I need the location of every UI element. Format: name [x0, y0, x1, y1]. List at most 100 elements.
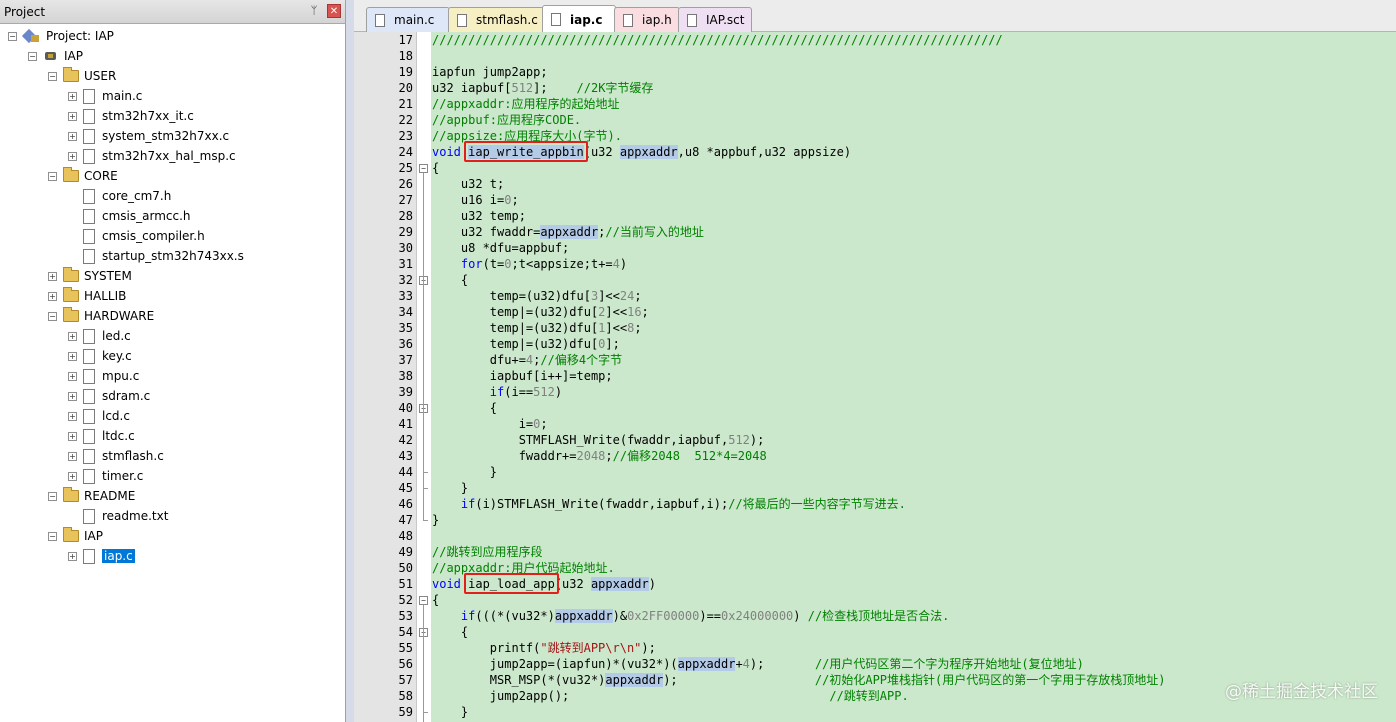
tree-item[interactable]: + lcd.c: [0, 406, 345, 426]
code-line[interactable]: //跳转到应用程序段: [432, 544, 542, 560]
code-line[interactable]: temp=(u32)dfu[3]<<24;: [432, 288, 642, 304]
tab-iap-h[interactable]: iap.h: [614, 7, 680, 32]
collapse-icon[interactable]: −: [48, 531, 57, 541]
tree-item[interactable]: + timer.c: [0, 466, 345, 486]
expand-icon[interactable]: +: [68, 471, 77, 481]
tree-item-label: HALLIB: [84, 289, 127, 303]
code-line[interactable]: //appxaddr:应用程序的起始地址: [432, 96, 619, 112]
expand-icon[interactable]: +: [68, 111, 77, 121]
expand-icon[interactable]: +: [68, 411, 77, 421]
code-line[interactable]: iapfun jump2app;: [432, 64, 548, 80]
tree-item[interactable]: + stmflash.c: [0, 446, 345, 466]
expand-icon[interactable]: +: [68, 331, 77, 341]
tree-item-label: core_cm7.h: [102, 189, 172, 203]
code-line[interactable]: {: [432, 624, 468, 640]
collapse-icon[interactable]: −: [48, 491, 57, 501]
expand-icon[interactable]: +: [68, 131, 77, 141]
expand-icon[interactable]: +: [48, 271, 57, 281]
tab-stmflash-c[interactable]: stmflash.c: [448, 7, 544, 32]
tree-item[interactable]: − CORE: [0, 166, 345, 186]
tree-item[interactable]: cmsis_armcc.h: [0, 206, 345, 226]
tree-item[interactable]: + system_stm32h7xx.c: [0, 126, 345, 146]
tree-item[interactable]: + stm32h7xx_hal_msp.c: [0, 146, 345, 166]
tree-item[interactable]: − USER: [0, 66, 345, 86]
code-line[interactable]: MSR_MSP(*(vu32*)appxaddr); //初始化APP堆栈指针(…: [432, 672, 1165, 688]
code-line[interactable]: }: [432, 464, 497, 480]
code-line[interactable]: iapbuf[i++]=temp;: [432, 368, 613, 384]
code-line[interactable]: u16 i=0;: [432, 192, 519, 208]
code-line[interactable]: }: [432, 512, 439, 528]
code-line[interactable]: jump2app=(iapfun)*(vu32*)(appxaddr+4); /…: [432, 656, 1084, 672]
expand-icon[interactable]: +: [68, 431, 77, 441]
tree-item[interactable]: + SYSTEM: [0, 266, 345, 286]
expand-icon[interactable]: +: [68, 391, 77, 401]
tree-item[interactable]: + iap.c: [0, 546, 345, 566]
code-line[interactable]: {: [432, 592, 439, 608]
code-line[interactable]: printf("跳转到APP\r\n");: [432, 640, 656, 656]
expand-icon[interactable]: +: [48, 291, 57, 301]
code-line[interactable]: if(((*(vu32*)appxaddr)&0x2FF00000)==0x24…: [432, 608, 949, 624]
tree-item[interactable]: + mpu.c: [0, 366, 345, 386]
collapse-icon[interactable]: −: [48, 171, 57, 181]
tree-item-label: led.c: [102, 329, 131, 343]
code-line[interactable]: ////////////////////////////////////////…: [432, 32, 1003, 48]
code-line[interactable]: if(i)STMFLASH_Write(fwaddr,iapbuf,i);//将…: [432, 496, 906, 512]
tree-item[interactable]: + led.c: [0, 326, 345, 346]
code-line[interactable]: u32 fwaddr=appxaddr;//当前写入的地址: [432, 224, 704, 240]
expand-icon[interactable]: +: [68, 91, 77, 101]
tree-item[interactable]: + HALLIB: [0, 286, 345, 306]
code-line[interactable]: temp|=(u32)dfu[0];: [432, 336, 620, 352]
tree-item[interactable]: cmsis_compiler.h: [0, 226, 345, 246]
expand-icon[interactable]: +: [68, 451, 77, 461]
code-line[interactable]: i=0;: [432, 416, 548, 432]
pane-splitter[interactable]: [346, 0, 354, 722]
tree-item[interactable]: − README: [0, 486, 345, 506]
collapse-icon[interactable]: −: [48, 71, 57, 81]
expand-icon[interactable]: +: [68, 371, 77, 381]
code-line[interactable]: jump2app(); //跳转到APP.: [432, 688, 909, 704]
collapse-icon[interactable]: −: [8, 31, 17, 41]
code-line[interactable]: u32 temp;: [432, 208, 526, 224]
expand-icon[interactable]: +: [68, 351, 77, 361]
code-line[interactable]: temp|=(u32)dfu[1]<<8;: [432, 320, 642, 336]
fold-collapse-icon[interactable]: −: [419, 596, 428, 605]
code-editor[interactable]: 17 18 19 20 21 22 23 24 25 26 27 28 29 30 31 32 33 34 35 36…: [354, 32, 1396, 722]
code-line[interactable]: //appbuf:应用程序CODE.: [432, 112, 581, 128]
code-line[interactable]: {: [432, 400, 497, 416]
tree-item[interactable]: − HARDWARE: [0, 306, 345, 326]
code-line[interactable]: dfu+=4;//偏移4个字节: [432, 352, 622, 368]
tree-item[interactable]: + stm32h7xx_it.c: [0, 106, 345, 126]
tree-item[interactable]: + sdram.c: [0, 386, 345, 406]
tab-main-c[interactable]: main.c: [366, 7, 450, 32]
tree-item[interactable]: + main.c: [0, 86, 345, 106]
tree-item[interactable]: startup_stm32h743xx.s: [0, 246, 345, 266]
collapse-icon[interactable]: −: [28, 51, 37, 61]
code-line[interactable]: temp|=(u32)dfu[2]<<16;: [432, 304, 649, 320]
tree-item[interactable]: + key.c: [0, 346, 345, 366]
expand-icon[interactable]: +: [68, 151, 77, 161]
collapse-icon[interactable]: −: [48, 311, 57, 321]
code-line[interactable]: }: [432, 704, 468, 720]
code-line[interactable]: }: [432, 480, 468, 496]
tree-item[interactable]: readme.txt: [0, 506, 345, 526]
fold-collapse-icon[interactable]: −: [419, 164, 428, 173]
code-line[interactable]: STMFLASH_Write(fwaddr,iapbuf,512);: [432, 432, 765, 448]
tree-item[interactable]: − IAP: [0, 46, 345, 66]
tree-item[interactable]: − Project: IAP: [0, 26, 345, 46]
pin-icon[interactable]: ᛘ: [307, 4, 321, 18]
tab-iap-sct[interactable]: IAP.sct: [678, 7, 752, 32]
code-line[interactable]: u32 iapbuf[512]; //2K字节缓存: [432, 80, 653, 96]
code-line[interactable]: {: [432, 272, 468, 288]
tree-item[interactable]: − IAP: [0, 526, 345, 546]
expand-icon[interactable]: +: [68, 551, 77, 561]
code-line[interactable]: u8 *dfu=appbuf;: [432, 240, 569, 256]
code-line[interactable]: u32 t;: [432, 176, 504, 192]
code-line[interactable]: for(t=0;t<appsize;t+=4): [432, 256, 627, 272]
tree-item[interactable]: core_cm7.h: [0, 186, 345, 206]
close-icon[interactable]: ✕: [327, 4, 341, 18]
code-line[interactable]: fwaddr+=2048;//偏移2048 512*4=2048: [432, 448, 767, 464]
code-line[interactable]: if(i==512): [432, 384, 562, 400]
tab-iap-c[interactable]: iap.c: [542, 5, 616, 33]
code-line[interactable]: {: [432, 160, 439, 176]
tree-item[interactable]: + ltdc.c: [0, 426, 345, 446]
